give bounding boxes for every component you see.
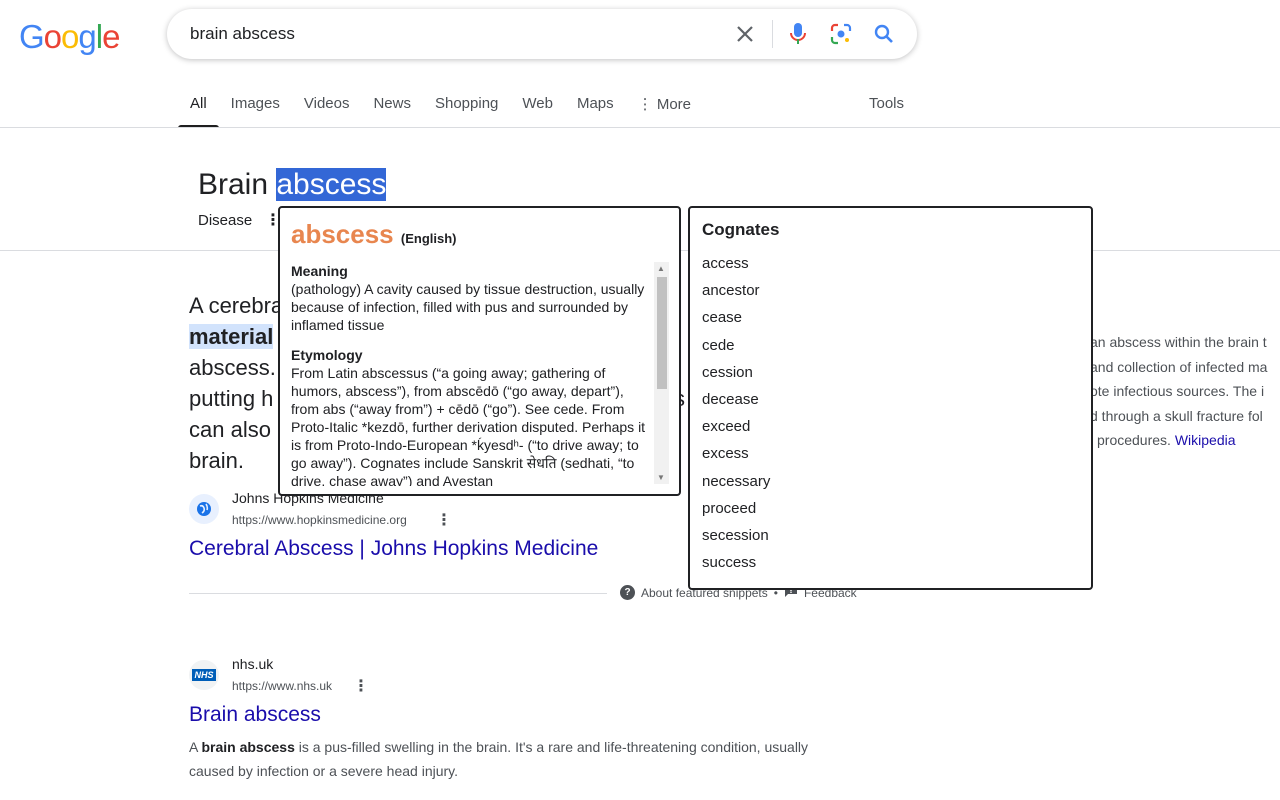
desc-text: A [189,739,202,755]
result-description: A brain abscess is a pus-filled swelling… [189,735,829,783]
cognate-item[interactable]: cession [702,359,770,386]
logo-letter: e [102,18,120,55]
dictionary-language: (English) [400,231,457,246]
cognates-title: Cognates [702,220,780,239]
kp-line: ote infectious sources. The i [1090,383,1265,399]
kp-line: and collection of infected ma [1090,358,1268,375]
dictionary-word: abscess [291,219,394,249]
lens-icon[interactable] [828,21,854,47]
help-icon[interactable]: ? [620,585,635,600]
header-divider [0,127,1280,128]
wikipedia-link[interactable]: Wikipedia [1175,432,1236,448]
cognate-item[interactable]: access [702,250,770,277]
dictionary-word-header: abscess (English) [291,219,457,250]
result-title-link[interactable]: Brain abscess [189,703,321,727]
snippet-text: putting h [189,386,274,411]
cognate-item[interactable]: cease [702,304,770,331]
result-url[interactable]: https://www.hopkinsmedicine.org [232,513,407,527]
dictionary-content[interactable]: Meaning (pathology) A cavity caused by t… [291,262,655,486]
entity-title-highlight[interactable]: abscess [276,168,387,201]
logo-letter: o [43,18,62,55]
nhs-logo-text: NHS [192,669,216,681]
scroll-up-arrow-icon[interactable]: ▲ [657,264,665,273]
kp-line: d through a skull fracture fol [1090,407,1263,424]
kp-line: l procedures. Wikipedia [1090,428,1280,453]
search-tabs: All Images Videos News Shopping Web Maps… [178,82,703,128]
entity-title: Brain abscess [198,166,387,204]
microphone-icon[interactable] [785,21,811,47]
tab-web[interactable]: Web [510,82,565,128]
entity-subtitle: Disease [198,212,253,229]
tab-shopping[interactable]: Shopping [423,82,510,128]
tab-news[interactable]: News [361,82,423,128]
result-title-link[interactable]: Cerebral Abscess | Johns Hopkins Medicin… [189,537,598,561]
logo-letter: o [61,18,79,55]
cognate-item[interactable]: secession [702,522,770,549]
meaning-heading: Meaning [291,263,348,279]
result-options-icon[interactable]: ⋮ [353,676,369,696]
result-options-icon[interactable]: ⋮ [436,510,452,530]
scroll-down-arrow-icon[interactable]: ▼ [657,473,665,482]
globe-icon [189,494,219,524]
search-icon[interactable] [871,21,897,47]
snippet-text: brain. [189,448,245,473]
cognate-item[interactable]: decease [702,386,770,413]
scrollbar-thumb[interactable] [657,277,667,389]
cognates-popup: Cognates access ancestor cease cede cess… [688,206,1093,590]
kp-line-text: l procedures. [1090,432,1171,448]
kp-line: an abscess within the brain t [1090,334,1267,350]
cognate-item[interactable]: proceed [702,495,770,522]
snippet-text: can also [189,417,271,442]
entity-title-text: Brain [198,168,277,201]
result-site-name: nhs.uk [232,656,274,672]
snippet-text: abscess. [189,355,276,380]
dictionary-popup: abscess (English) Meaning (pathology) A … [278,206,681,496]
logo-letter: G [19,18,45,55]
result-url[interactable]: https://www.nhs.uk [232,679,332,693]
tab-more[interactable]: ⋮ More [626,82,703,128]
google-logo[interactable]: Google [19,17,120,57]
cognate-item[interactable]: exceed [702,413,770,440]
dictionary-scrollbar[interactable]: ▲ ▼ [654,262,669,484]
meaning-text: (pathology) A cavity caused by tissue de… [291,281,645,333]
cognate-item[interactable]: cede [702,332,770,359]
search-divider [772,20,773,48]
search-box [167,9,917,59]
tab-maps[interactable]: Maps [565,82,626,128]
cognate-item[interactable]: necessary [702,468,770,495]
cognate-item[interactable]: ancestor [702,277,770,304]
cognates-list: access ancestor cease cede cession decea… [702,250,770,576]
snippet-text: A cerebra [189,293,284,318]
etymology-text: From Latin abscessus (“a going away; gat… [291,365,646,486]
featured-snippet-divider [189,593,607,594]
cognate-item[interactable]: excess [702,440,770,467]
tab-videos[interactable]: Videos [292,82,362,128]
tab-images[interactable]: Images [219,82,292,128]
nhs-favicon: NHS [189,660,219,690]
logo-letter: g [78,18,96,55]
etymology-heading: Etymology [291,347,363,363]
knowledge-panel-description: an abscess within the brain t and collec… [1090,330,1280,453]
tab-all[interactable]: All [178,82,219,128]
cognate-item[interactable]: success [702,549,770,576]
tools-button[interactable]: Tools [869,95,904,112]
desc-bold: brain abscess [201,739,295,755]
close-icon[interactable] [732,21,758,47]
search-input[interactable] [190,9,710,59]
snippet-text-selected: material [189,324,274,349]
